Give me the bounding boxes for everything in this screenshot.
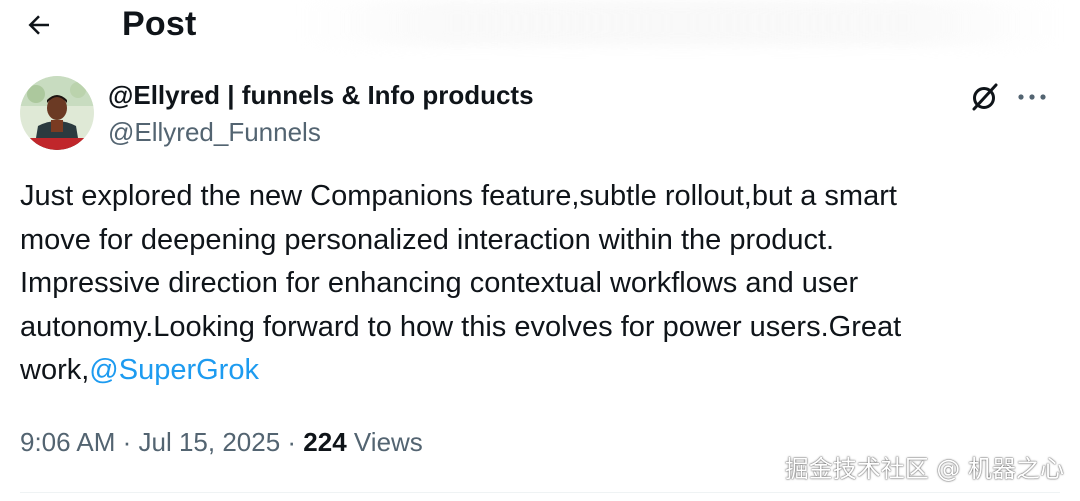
mention-link[interactable]: @SuperGrok bbox=[89, 354, 259, 386]
header: Post bbox=[0, 0, 1080, 56]
author-display-name[interactable]: @Ellyred | funnels & Info products bbox=[108, 78, 534, 112]
grok-button[interactable] bbox=[966, 78, 1004, 116]
back-button[interactable] bbox=[18, 4, 60, 46]
post-meta: 9:06 AM · Jul 15, 2025 · 224 Views bbox=[20, 424, 423, 460]
views-count: 224 bbox=[303, 427, 347, 457]
arrow-left-icon bbox=[28, 15, 49, 35]
author-handle[interactable]: @Ellyred_Funnels bbox=[108, 115, 321, 149]
avatar[interactable] bbox=[20, 76, 94, 150]
views-label: Views bbox=[353, 427, 423, 457]
post-page: Post @Ellyred | funnels & Info products … bbox=[0, 0, 1080, 501]
post-time[interactable]: 9:06 AM bbox=[20, 427, 115, 457]
page-title: Post bbox=[122, 5, 197, 43]
header-blurred-tabs bbox=[300, 0, 1060, 46]
post-text: Just explored the new Companions feature… bbox=[20, 175, 1030, 393]
divider bbox=[20, 492, 1060, 493]
watermark: 掘金技术社区 @ 机器之心 bbox=[784, 455, 1064, 483]
more-options-button[interactable] bbox=[1012, 80, 1052, 114]
meta-separator: · bbox=[280, 427, 304, 457]
meta-separator: · bbox=[115, 427, 139, 457]
profile-photo bbox=[20, 76, 94, 150]
grok-icon bbox=[972, 83, 998, 111]
more-horizontal-icon bbox=[1018, 94, 1046, 100]
post-date[interactable]: Jul 15, 2025 bbox=[139, 427, 281, 457]
